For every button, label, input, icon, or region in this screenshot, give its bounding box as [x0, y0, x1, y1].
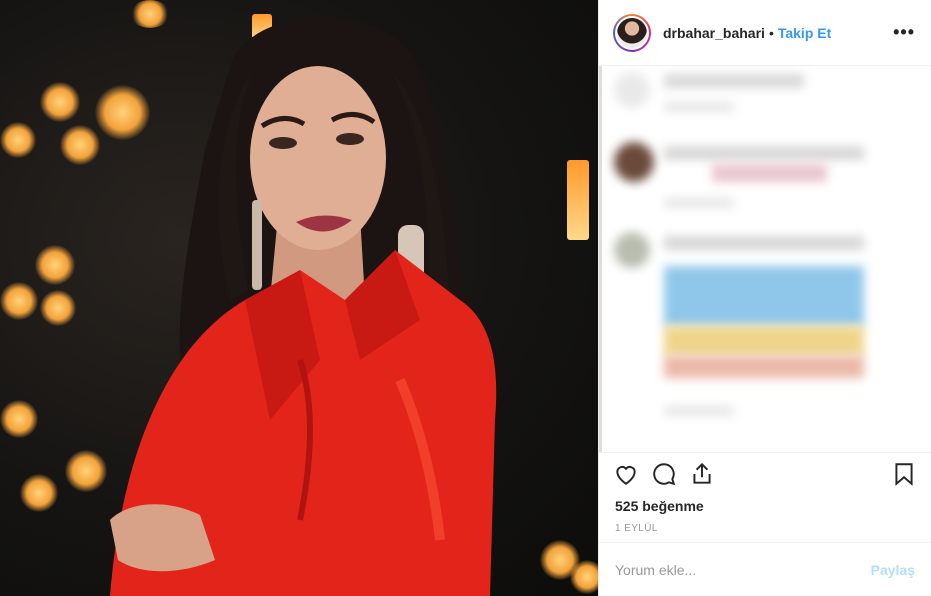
follow-button[interactable]: Takip Et: [778, 25, 831, 41]
post-sidebar: drbahar_bahari • Takip Et ••• 525 beğenm…: [598, 0, 931, 596]
share-icon[interactable]: [689, 461, 715, 487]
likes-count[interactable]: 525 beğenme: [599, 494, 931, 518]
comment-text: [664, 74, 804, 88]
post-header: drbahar_bahari • Takip Et •••: [599, 0, 931, 66]
comment-text: [664, 146, 864, 160]
comment-text: [664, 236, 864, 250]
comment-avatar: [614, 72, 650, 108]
comment-meta: [664, 406, 734, 416]
add-comment-bar: Paylaş: [599, 542, 931, 596]
comment-icon[interactable]: [651, 461, 677, 487]
comment-emoji-block: [664, 266, 864, 326]
comment-emoji: [712, 164, 827, 182]
comment-avatar: [614, 232, 650, 268]
comment-input[interactable]: [615, 561, 871, 578]
post-date[interactable]: 1 EYLÜL: [599, 518, 931, 540]
post-photo[interactable]: [0, 0, 598, 596]
avatar[interactable]: [613, 13, 651, 52]
comment-meta: [664, 198, 734, 208]
more-options-icon[interactable]: •••: [893, 22, 915, 43]
username-link[interactable]: drbahar_bahari: [663, 25, 765, 41]
comment-emoji-block: [664, 356, 864, 378]
heart-icon[interactable]: [613, 461, 639, 487]
comment-meta: [664, 102, 734, 112]
comment-emoji-block: [664, 326, 864, 356]
post-comment-button[interactable]: Paylaş: [871, 562, 915, 578]
comment-list[interactable]: [599, 66, 931, 452]
separator-dot: •: [768, 24, 774, 41]
portrait-illustration: [110, 16, 497, 596]
bookmark-icon[interactable]: [891, 461, 917, 487]
post-view: drbahar_bahari • Takip Et ••• 525 beğenm…: [0, 0, 931, 596]
comment-avatar: [614, 142, 654, 182]
avatar-image: [615, 15, 649, 50]
action-bar: [599, 452, 931, 494]
